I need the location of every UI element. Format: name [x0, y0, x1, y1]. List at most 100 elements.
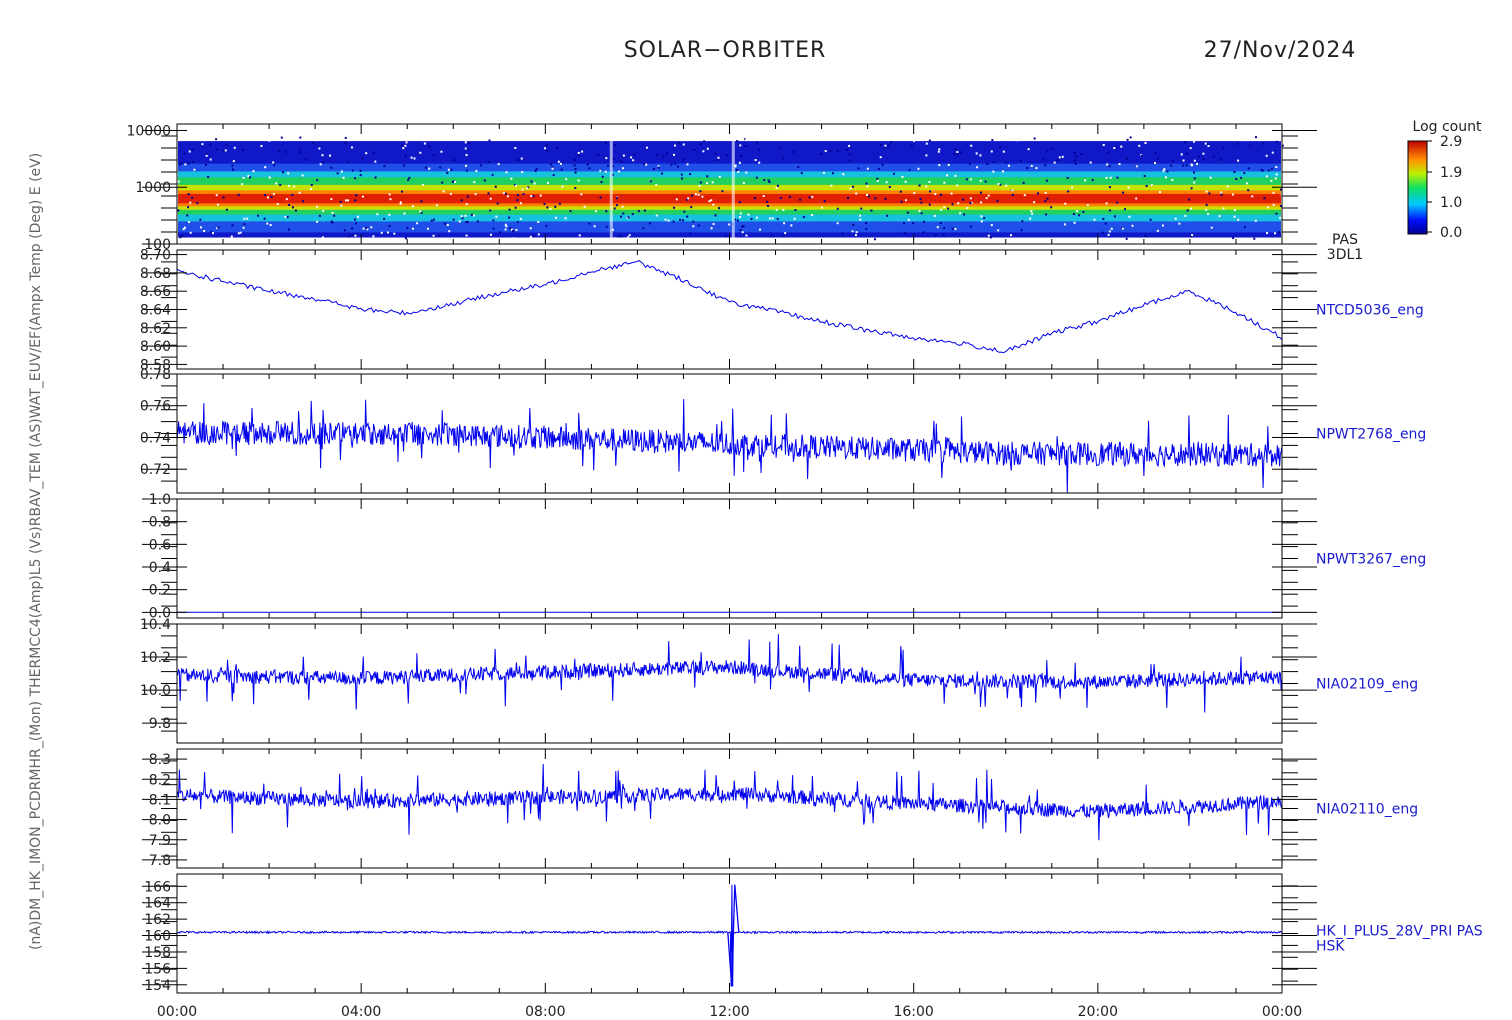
spectrogram-pixel	[577, 151, 580, 154]
spectrogram-pixel	[627, 236, 630, 239]
spectrogram-pixel	[1243, 226, 1246, 229]
spectrogram-pixel	[465, 234, 468, 237]
spectrogram-pixel	[1067, 190, 1070, 193]
spectrogram-pixel	[526, 187, 529, 190]
spectrogram-pixel	[474, 193, 477, 196]
spectrogram-pixel	[745, 138, 748, 141]
spectrogram-pixel	[750, 218, 753, 221]
spectrogram-pixel	[560, 168, 563, 171]
spectrogram-pixel	[388, 224, 391, 227]
spectrogram-pixel	[881, 163, 884, 166]
spectrogram-pixel	[593, 225, 596, 228]
spectrogram-pixel	[355, 194, 358, 197]
spectrogram-pixel	[374, 160, 377, 163]
spectrogram-pixel	[413, 157, 416, 160]
spectrogram-pixel	[351, 227, 354, 230]
spectrogram-pixel	[188, 150, 191, 153]
spectrogram-pixel	[1265, 175, 1268, 178]
spectrogram-pixel	[1270, 179, 1273, 182]
spectrogram-pixel	[1235, 177, 1238, 180]
spectrogram-pixel	[690, 206, 693, 209]
spectrogram-pixel	[187, 162, 190, 165]
spectrogram-pixel	[1231, 193, 1234, 196]
spectrogram-pixel	[309, 187, 312, 190]
spectrogram-pixel	[546, 182, 549, 185]
spectrogram-pixel	[706, 147, 709, 150]
spectrogram-pixel	[673, 137, 676, 140]
spectrogram-pixel	[607, 164, 610, 167]
spectrogram-pixel	[1185, 164, 1188, 167]
spectrogram-pixel	[1116, 146, 1119, 149]
spectrogram-pixel	[1185, 152, 1188, 155]
spectrogram-pixel	[771, 217, 774, 220]
y-tick-label: 0.74	[140, 430, 171, 446]
spectrogram-pixel	[401, 190, 404, 193]
spectrogram-pixel	[1074, 155, 1077, 158]
spectrogram-pixel	[630, 156, 633, 159]
spectrogram-pixel	[442, 190, 445, 193]
spectrogram-pixel	[1044, 191, 1047, 194]
spectrogram-pixel	[870, 209, 873, 212]
spectrogram-pixel	[1051, 147, 1054, 150]
spectrogram-pixel	[508, 208, 511, 211]
spectrogram-pixel	[1190, 187, 1193, 190]
spectrogram-pixel	[362, 227, 365, 230]
spectrogram-pixel	[755, 141, 758, 144]
spectrogram-pixel	[402, 147, 405, 150]
spectrogram-pixel	[557, 160, 560, 163]
spectrogram-pixel	[410, 156, 413, 159]
spectrogram-pixel	[922, 220, 925, 223]
y-tick-label: 158	[144, 945, 171, 961]
spectrogram-pixel	[588, 222, 591, 225]
spectrogram-pixel	[855, 192, 858, 195]
spectrogram-pixel	[830, 184, 833, 187]
spectrogram-pixel	[1272, 191, 1275, 194]
spectrogram-pixel	[741, 231, 744, 234]
spectrogram-pixel	[674, 162, 677, 165]
spectrogram-pixel	[1116, 201, 1119, 204]
spectrogram-pixel	[318, 214, 321, 217]
y-tick-label: 1000	[135, 180, 171, 196]
spectrogram-pixel	[354, 199, 357, 202]
spectrogram-pixel	[467, 142, 470, 145]
spectrogram-pixel	[1153, 161, 1156, 164]
spectrogram-pixel	[890, 140, 893, 143]
spectrogram-pixel	[1109, 176, 1112, 179]
spectrogram-pixel	[583, 205, 586, 208]
spectrogram-pixel	[514, 206, 517, 209]
spectrogram-pixel	[282, 171, 285, 174]
spectrogram-pixel	[712, 203, 715, 206]
spectrogram-pixel	[1193, 181, 1196, 184]
spectrogram-pixel	[859, 214, 862, 217]
spectrogram-pixel	[1271, 151, 1274, 154]
spectrogram-pixel	[580, 193, 583, 196]
y-tick-label: 7.9	[149, 833, 171, 849]
spectrogram-pixel	[299, 136, 302, 139]
spectrogram-pixel	[621, 167, 624, 170]
spectrogram-pixel	[249, 176, 252, 179]
spectrogram-pixel	[763, 179, 766, 182]
spectrogram-pixel	[672, 153, 675, 156]
series-line	[176, 634, 1283, 713]
spectrogram-pixel	[987, 234, 990, 237]
spectrogram-pixel	[1205, 190, 1208, 193]
spectrogram-pixel	[188, 221, 191, 224]
spectrogram-pixel	[187, 206, 190, 209]
spectrogram-pixel	[453, 159, 456, 162]
spectrogram-pixel	[1275, 140, 1278, 143]
spectrogram-pixel	[1205, 208, 1208, 211]
spectrogram-pixel	[682, 158, 685, 161]
spectrogram-pixel	[810, 214, 813, 217]
y-tick-label: 8.60	[140, 339, 171, 355]
spectrogram-pixel	[1033, 137, 1036, 140]
spectrogram-pixel	[1209, 176, 1212, 179]
spectrogram-pixel	[1149, 218, 1152, 221]
spectrogram-pixel	[316, 205, 319, 208]
spectrogram-pixel	[822, 171, 825, 174]
panel-side-label: NPWT2768_eng	[1316, 427, 1426, 443]
spectrogram-pixel	[209, 143, 212, 146]
spectrogram-pixel	[951, 203, 954, 206]
spectrogram-pixel	[759, 228, 762, 231]
spectrogram-pixel	[177, 180, 180, 183]
spectrogram-pixel	[1184, 141, 1187, 144]
